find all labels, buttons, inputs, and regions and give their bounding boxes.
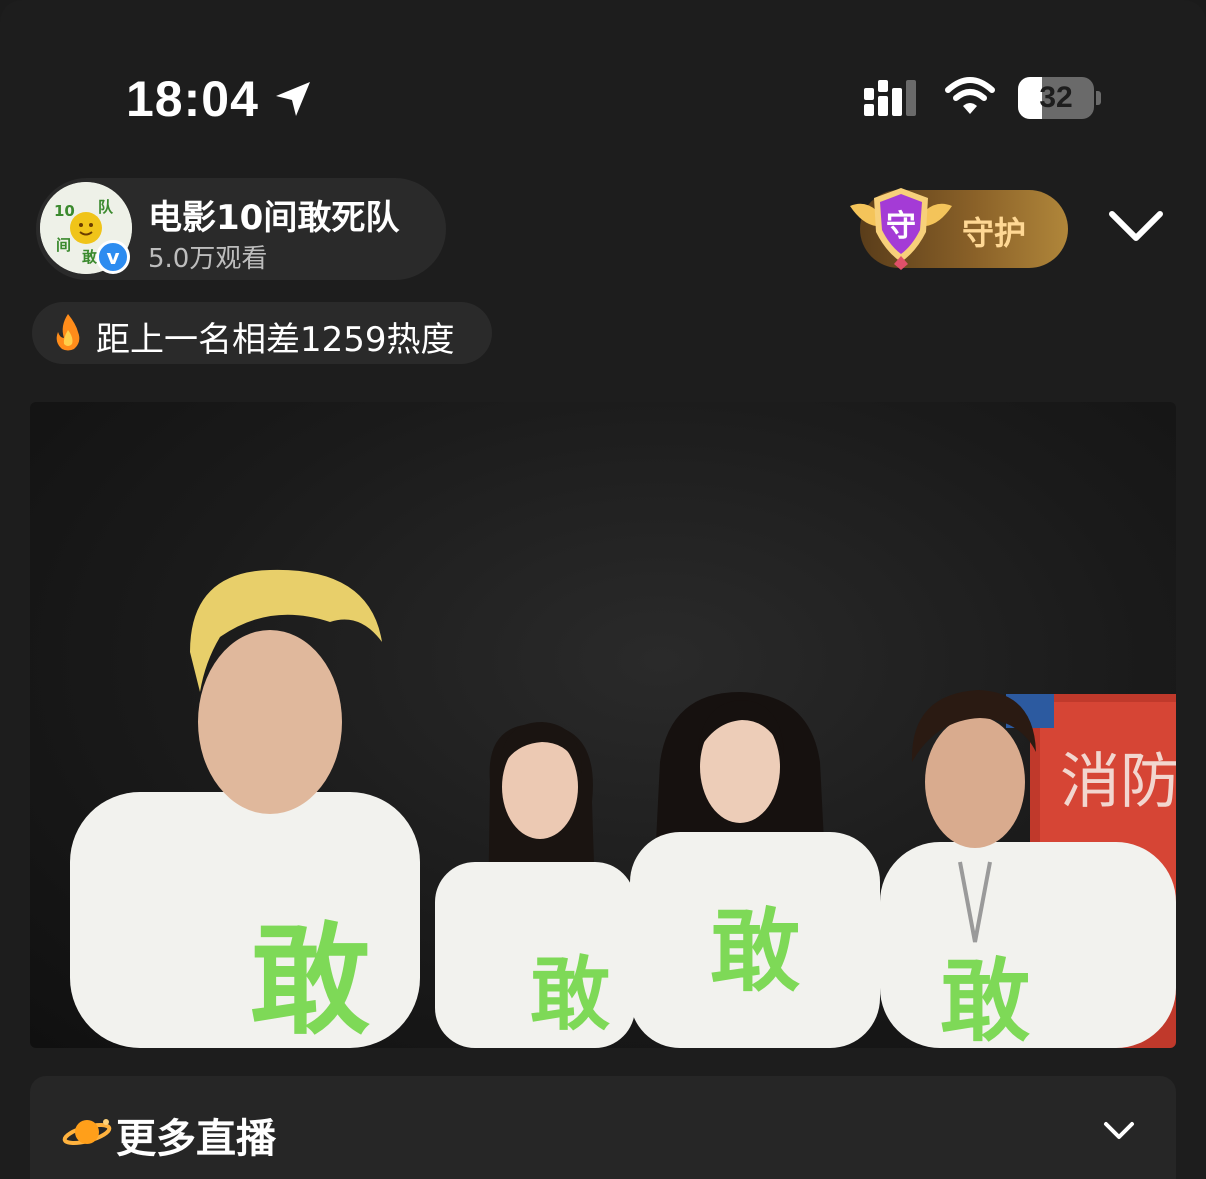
wifi-icon: [945, 77, 995, 114]
verified-badge-icon: v: [96, 240, 130, 274]
sign-text: 消防: [1060, 747, 1176, 817]
person-1: 敢: [70, 569, 420, 1048]
live-video-frame: 消防 敢 敢 敢 敢: [70, 569, 1176, 1048]
avatar-text-10: 10: [54, 202, 75, 220]
shirt-text-1: 敢: [250, 912, 370, 1048]
cellular-signal-icon: [864, 80, 916, 116]
shirt-text-4: 敢: [940, 949, 1030, 1048]
shirt-text-2: 敢: [530, 948, 610, 1041]
battery-indicator: 32: [1018, 77, 1094, 119]
guard-shield-icon: 守: [850, 188, 952, 270]
fire-icon: [56, 314, 80, 351]
guard-label: 守护: [962, 214, 1027, 252]
guard-badge-char: 守: [886, 209, 916, 244]
person-3: 敢: [630, 692, 880, 1048]
location-arrow-icon: [276, 82, 310, 116]
live-room-screen: 18:04 32 10 队 间 敢 v 电影10间敢死队 5.0万观看 守 守护…: [0, 0, 1206, 1179]
live-video-player[interactable]: 消防 敢 敢 敢 敢: [30, 402, 1176, 1048]
battery-cap: [1096, 91, 1101, 105]
avatar-text-dui: 队: [98, 198, 114, 216]
more-live-label[interactable]: 更多直播: [116, 1106, 276, 1164]
chevron-down-icon[interactable]: [1106, 204, 1166, 248]
planet-icon: [62, 1119, 112, 1146]
status-time: 18:04: [126, 71, 259, 127]
shirt-text-3: 敢: [710, 899, 800, 1004]
host-name[interactable]: 电影10间敢死队: [148, 190, 399, 239]
view-count: 5.0万观看: [148, 244, 268, 274]
chevron-down-icon[interactable]: [1102, 1118, 1136, 1142]
person-2: 敢: [435, 722, 635, 1048]
heat-gap-text: 距上一名相差1259热度: [96, 320, 455, 360]
battery-level: 32: [1039, 81, 1073, 114]
avatar-text-jian: 间: [56, 236, 71, 254]
